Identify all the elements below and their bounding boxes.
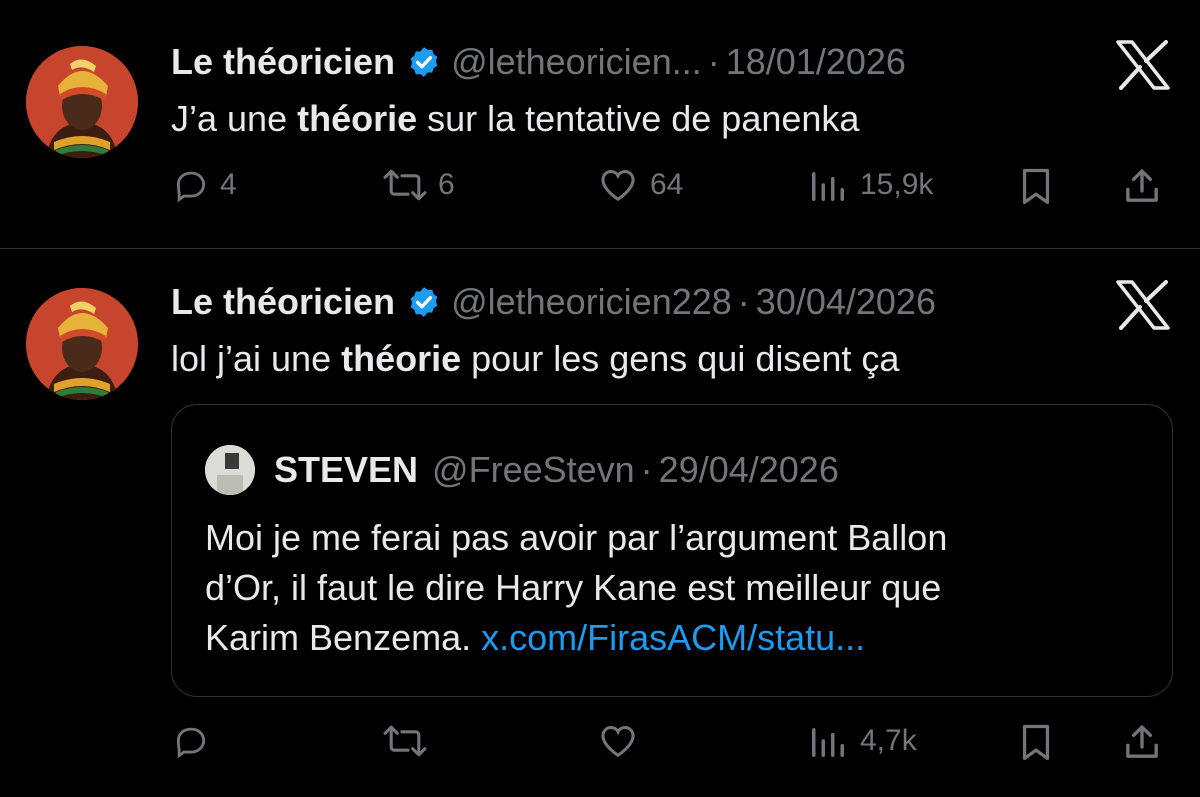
quoted-separator: · [640, 449, 653, 490]
repost-button[interactable]: 6 [382, 166, 455, 204]
repost-button[interactable] [382, 722, 428, 760]
tweet-text: lol j’ai une théorie pour les gens qui d… [171, 338, 899, 380]
avatar-image [26, 46, 138, 158]
tweet-date[interactable]: 18/01/2026 [726, 41, 906, 83]
x-logo-icon [1116, 40, 1170, 90]
author-name[interactable]: Le théoricien [171, 41, 395, 83]
tweet-text-part: lol j’ai une [171, 338, 342, 379]
tweet-2[interactable]: Le théoricien @letheoricien228 · 30/04/2… [0, 250, 1200, 797]
quoted-tweet[interactable]: STEVEN @FreeStevn · 29/04/2026 Moi je me… [171, 404, 1173, 697]
views-count: 15,9k [860, 168, 934, 201]
repost-count: 6 [438, 168, 455, 201]
quoted-author-name[interactable]: STEVEN [274, 449, 418, 491]
reply-button[interactable] [172, 722, 210, 760]
tweet-text-highlight: théorie [341, 338, 462, 379]
share-button[interactable] [1122, 166, 1162, 206]
reply-icon [176, 171, 206, 203]
repost-icon [383, 725, 427, 757]
tweet-text-part: J’a une [171, 98, 298, 139]
share-icon [1126, 169, 1158, 202]
reply-count: 4 [220, 168, 237, 201]
reply-icon [176, 727, 206, 759]
repost-icon [383, 169, 427, 201]
views-icon [812, 728, 844, 757]
header-separator: · [737, 281, 750, 322]
tweet-divider [0, 248, 1200, 249]
bookmark-button[interactable] [1018, 722, 1054, 762]
tweet-header: Le théoricien @letheoricien... · 18/01/2… [171, 41, 906, 83]
share-button[interactable] [1122, 722, 1162, 762]
tweet-text-highlight: théorie [297, 98, 418, 139]
author-handle[interactable]: @letheoricien... [451, 41, 702, 83]
author-name[interactable]: Le théoricien [171, 281, 395, 323]
bookmark-button[interactable] [1018, 166, 1054, 206]
like-button[interactable]: 64 [596, 166, 683, 204]
tweet-text-part: sur la tentative de panenka [417, 98, 860, 139]
author-avatar[interactable] [26, 288, 138, 400]
quoted-text-part: Karim Benzema. [205, 617, 482, 658]
x-logo-icon [1116, 280, 1170, 330]
views-icon [812, 172, 844, 201]
quoted-date[interactable]: 29/04/2026 [659, 449, 839, 491]
quoted-avatar-image [205, 445, 255, 495]
quoted-header: STEVEN @FreeStevn · 29/04/2026 [274, 449, 839, 491]
tweet-actions: 4 6 64 15,9k [0, 160, 1200, 210]
quoted-author-avatar[interactable] [205, 445, 255, 495]
tweet-date[interactable]: 30/04/2026 [756, 281, 936, 323]
header-separator: · [707, 41, 720, 82]
share-icon [1126, 725, 1158, 758]
bookmark-icon [1022, 168, 1050, 204]
bookmark-icon [1022, 724, 1050, 760]
quoted-text-line: d’Or, il faut le dire Harry Kane est mei… [205, 567, 942, 608]
heart-icon [601, 170, 635, 202]
views-button[interactable]: 15,9k [806, 166, 933, 204]
heart-icon [601, 726, 635, 758]
tweet-text-part: pour les gens qui disent ça [461, 338, 900, 379]
tweet-actions: 4,7k [0, 716, 1200, 766]
quoted-text-line: Moi je me ferai pas avoir par l’argument… [205, 517, 948, 558]
quoted-text-line: Karim Benzema. x.com/FirasACM/statu... [205, 613, 1135, 663]
views-count: 4,7k [860, 724, 917, 757]
avatar-image [26, 288, 138, 400]
like-button[interactable] [596, 722, 640, 760]
quoted-link[interactable]: x.com/FirasACM/statu... [481, 617, 865, 658]
quoted-author-handle[interactable]: @FreeStevn [432, 449, 635, 491]
quoted-text: Moi je me ferai pas avoir par l’argument… [205, 513, 1135, 663]
tweet-text: J’a une théorie sur la tentative de pane… [171, 98, 859, 140]
author-handle[interactable]: @letheoricien228 [451, 281, 732, 323]
tweet-1[interactable]: Le théoricien @letheoricien... · 18/01/2… [0, 0, 1200, 250]
author-avatar[interactable] [26, 46, 138, 158]
views-button[interactable]: 4,7k [806, 722, 917, 760]
verified-badge-icon [410, 47, 438, 77]
like-count: 64 [650, 168, 684, 201]
verified-badge-icon [410, 287, 438, 317]
tweet-header: Le théoricien @letheoricien228 · 30/04/2… [171, 281, 936, 323]
reply-button[interactable]: 4 [172, 166, 237, 204]
